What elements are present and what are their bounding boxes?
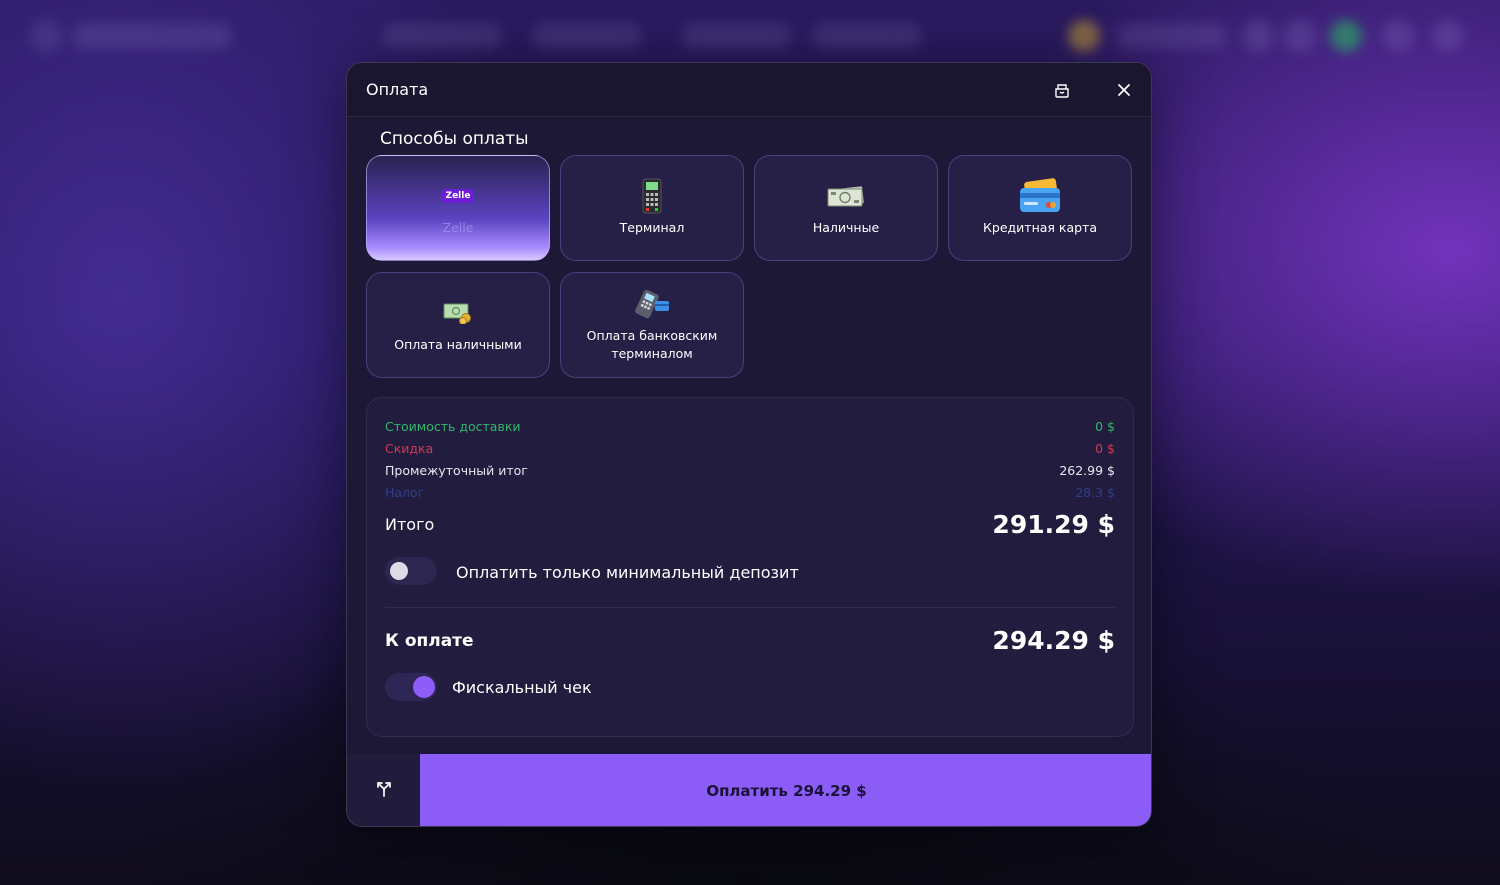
close-icon[interactable] <box>1114 80 1134 100</box>
payment-method-terminal[interactable]: Терминал <box>560 155 744 261</box>
total-value: 291.29 $ <box>992 510 1115 539</box>
fiscal-receipt-toggle[interactable] <box>385 673 437 701</box>
payment-method-label: Оплата наличными <box>394 337 522 352</box>
cash-coins-icon <box>443 296 473 330</box>
discount-row: Скидка 0 $ <box>385 441 1115 456</box>
toggle-knob <box>413 676 435 698</box>
payment-method-zelle[interactable]: Zelle Zelle <box>366 155 550 261</box>
payment-method-label: Кредитная карта <box>983 220 1097 235</box>
payment-method-label: Терминал <box>619 220 685 235</box>
discount-value: 0 $ <box>1095 441 1115 456</box>
payment-method-cash[interactable]: Наличные <box>754 155 938 261</box>
zelle-logo-icon: Zelle <box>441 179 475 213</box>
modal-header: Оплата <box>347 63 1151 117</box>
delivery-cost-value: 0 $ <box>1095 419 1115 434</box>
total-row: Итого 291.29 $ <box>385 510 1115 539</box>
modal-title: Оплата <box>366 80 429 99</box>
terminal-icon <box>641 178 663 214</box>
delivery-cost-row: Стоимость доставки 0 $ <box>385 419 1115 434</box>
payment-method-cash-coins[interactable]: Оплата наличными <box>366 272 550 378</box>
credit-card-icon <box>1017 178 1063 213</box>
pay-button[interactable]: Оплатить 294.29 $ <box>420 754 1151 826</box>
cash-icon <box>826 179 866 213</box>
amount-due-value: 294.29 $ <box>992 626 1115 655</box>
summary-divider <box>385 607 1115 608</box>
payment-methods-title: Способы оплаты <box>380 129 529 149</box>
payment-modal: Оплата Способы оплаты Zelle Zelle Термин… <box>346 62 1152 827</box>
subtotal-value: 262.99 $ <box>1059 463 1115 478</box>
split-icon <box>375 780 393 802</box>
order-summary: Стоимость доставки 0 $ Скидка 0 $ Промеж… <box>366 397 1134 737</box>
payment-method-credit-card[interactable]: Кредитная карта <box>948 155 1132 261</box>
subtotal-label: Промежуточный итог <box>385 463 528 478</box>
payment-method-bank-terminal[interactable]: Оплата банковским терминалом <box>560 272 744 378</box>
payment-method-label: Наличные <box>812 220 880 235</box>
amount-due-row: К оплате 294.29 $ <box>385 626 1115 655</box>
payment-methods-grid: Zelle Zelle Терминал Наличные Кредитная … <box>366 155 1134 380</box>
amount-due-label: К оплате <box>385 630 474 651</box>
payment-method-label: Zelle <box>442 220 474 235</box>
tax-row: Налог 28.3 $ <box>385 485 1115 500</box>
tax-value: 28.3 $ <box>1075 485 1115 500</box>
subtotal-row: Промежуточный итог 262.99 $ <box>385 463 1115 478</box>
fiscal-receipt-label: Фискальный чек <box>452 678 592 697</box>
min-deposit-toggle[interactable] <box>385 557 437 585</box>
modal-footer: Оплатить 294.29 $ <box>347 754 1151 826</box>
total-label: Итого <box>385 515 435 534</box>
delivery-cost-label: Стоимость доставки <box>385 419 521 434</box>
min-deposit-label: Оплатить только минимальный депозит <box>456 563 799 582</box>
tax-label: Налог <box>385 485 425 500</box>
payment-method-label: Оплата банковским терминалом <box>586 328 718 361</box>
toggle-knob <box>390 562 408 580</box>
discount-label: Скидка <box>385 441 434 456</box>
blurred-top-bar <box>22 14 1478 58</box>
split-payment-button[interactable] <box>347 754 420 826</box>
bank-terminal-icon <box>633 287 671 321</box>
print-receipt-icon[interactable] <box>1052 80 1072 100</box>
